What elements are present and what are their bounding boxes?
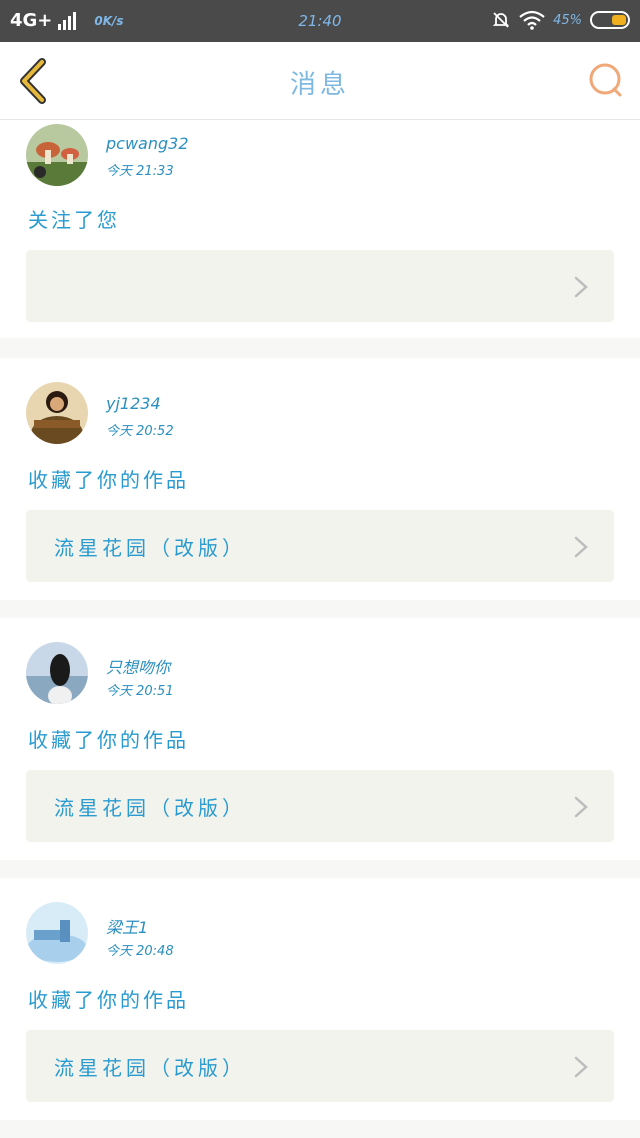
timestamp: 今天 20:52 [106, 424, 174, 439]
avatar[interactable] [26, 902, 88, 964]
timestamp: 今天 20:48 [106, 944, 174, 959]
search-icon [589, 63, 622, 97]
avatar-image [26, 382, 88, 444]
search-button[interactable] [586, 60, 626, 100]
username[interactable]: 梁王1 [106, 914, 148, 938]
work-title: 流星花园（改版） [54, 536, 246, 560]
mute-bell-icon [492, 12, 510, 28]
status-right: 45% [491, 10, 630, 30]
username[interactable]: pcwang32 [106, 134, 189, 153]
work-link[interactable]: 流星花园（改版） [26, 1030, 614, 1102]
message-card: pcwang32 今天 21:33 关注了您 [0, 120, 640, 338]
work-title: 流星花园（改版） [54, 1056, 246, 1080]
status-bar: 4G+ 0K/s 21:40 45% [0, 0, 640, 42]
chevron-right-icon [574, 1056, 588, 1078]
action-text: 关注了您 [28, 208, 120, 232]
nav-bar: 消息 [0, 42, 640, 120]
battery-percent: 45% [553, 12, 582, 28]
avatar[interactable] [26, 124, 88, 186]
avatar[interactable] [26, 642, 88, 704]
battery-icon [590, 11, 630, 29]
work-title: 流星花园（改版） [54, 796, 246, 820]
username[interactable]: 只想吻你 [106, 654, 170, 678]
work-link[interactable]: 流星花园（改版） [26, 510, 614, 582]
message-card: 梁王1 今天 20:48 收藏了你的作品 流星花园（改版） [0, 878, 640, 1120]
wifi-icon [519, 10, 545, 30]
chevron-right-icon [574, 796, 588, 818]
avatar-image [26, 902, 88, 964]
chevron-right-icon [574, 536, 588, 558]
action-text: 收藏了你的作品 [28, 728, 189, 752]
work-link[interactable] [26, 250, 614, 322]
avatar[interactable] [26, 382, 88, 444]
action-text: 收藏了你的作品 [28, 468, 189, 492]
work-link[interactable]: 流星花园（改版） [26, 770, 614, 842]
timestamp: 今天 21:33 [106, 164, 174, 179]
username[interactable]: yj1234 [106, 394, 161, 413]
avatar-image [26, 642, 88, 704]
page-title: 消息 [289, 70, 350, 100]
avatar-image [26, 124, 88, 186]
message-card: 只想吻你 今天 20:51 收藏了你的作品 流星花园（改版） [0, 618, 640, 860]
action-text: 收藏了你的作品 [28, 988, 189, 1012]
chevron-right-icon [574, 276, 588, 298]
message-card: yj1234 今天 20:52 收藏了你的作品 流星花园（改版） [0, 358, 640, 600]
timestamp: 今天 20:51 [106, 684, 174, 699]
